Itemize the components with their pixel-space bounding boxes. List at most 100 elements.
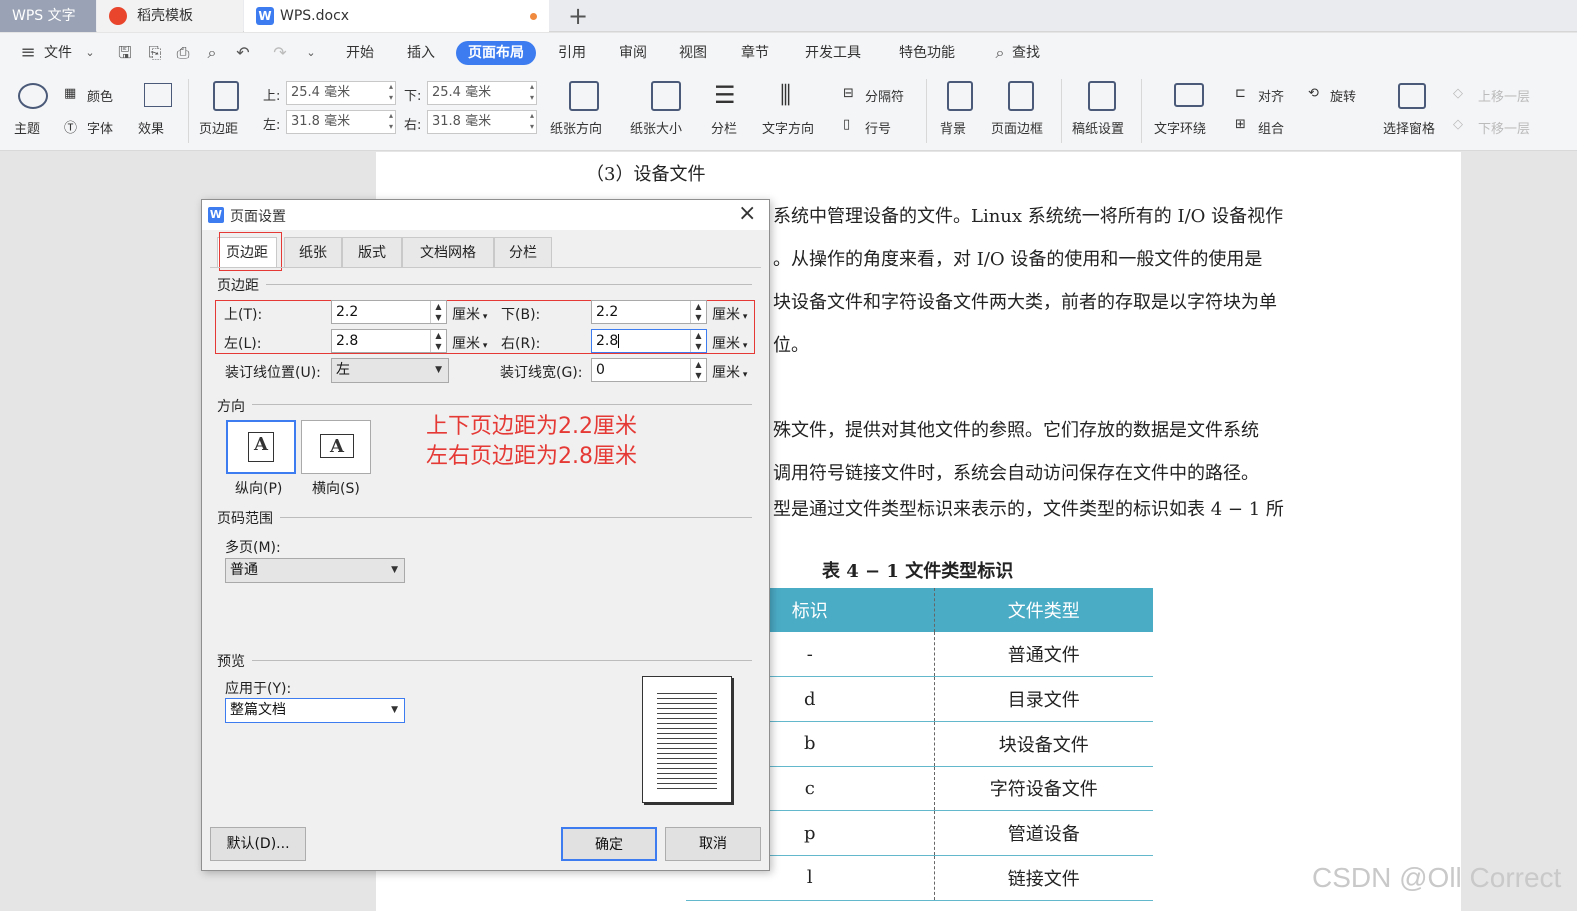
left-margin-label: 左:	[263, 118, 281, 133]
portrait-button[interactable]: A	[226, 420, 296, 474]
chevron-down-icon[interactable]: ⌄	[80, 43, 100, 63]
tab-document[interactable]: W WPS.docx	[244, 0, 549, 32]
bottom-margin-unit[interactable]: 厘米 ▾	[712, 304, 747, 324]
spinner-icon[interactable]: ▲ ▼	[690, 359, 706, 381]
menu-page-layout[interactable]: 页面布局	[456, 41, 536, 65]
new-tab-button[interactable]: +	[568, 2, 588, 30]
margins-button[interactable]: 页边距	[199, 118, 238, 137]
menu-search[interactable]: 查找	[1012, 41, 1040, 65]
breaks-button[interactable]: 分隔符	[865, 86, 904, 105]
paper-size-button[interactable]: 纸张大小	[630, 118, 682, 137]
bottom-margin-value: 2.2	[596, 304, 619, 320]
background-icon[interactable]	[947, 81, 973, 111]
landscape-button[interactable]: A	[301, 420, 371, 474]
background-button[interactable]: 背景	[940, 118, 966, 137]
search-icon[interactable]: ⌕	[990, 43, 1010, 63]
left-margin-input[interactable]: 31.8 毫米	[286, 110, 396, 134]
top-margin-input[interactable]: 25.4 毫米	[286, 81, 396, 105]
send-backward-icon: ◇	[1453, 117, 1463, 132]
gutter-width-input[interactable]: 0 ▲ ▼	[591, 358, 707, 382]
selection-pane-icon[interactable]	[1398, 83, 1426, 109]
multiple-pages-select[interactable]: 普通 ▼	[225, 558, 405, 583]
menu-insert[interactable]: 插入	[407, 41, 435, 65]
bring-forward-button[interactable]: 上移一层	[1478, 86, 1530, 105]
tab-wps-writer[interactable]: WPS 文字	[0, 0, 96, 32]
hamburger-icon[interactable]: ≡	[18, 43, 38, 63]
export-pdf-icon[interactable]: ⎘	[145, 43, 165, 63]
tab-doc-label: WPS.docx	[280, 8, 350, 24]
right-margin-input[interactable]: 2.8 ▲ ▼	[591, 329, 707, 353]
columns-button[interactable]: 分栏	[711, 118, 737, 137]
menu-view[interactable]: 视图	[679, 41, 707, 65]
print-preview-icon[interactable]: ⌕	[202, 43, 222, 63]
print-icon[interactable]: ⎙	[173, 43, 193, 63]
spinner-icon[interactable]: ▲ ▼	[430, 301, 446, 323]
apply-to-select[interactable]: 整篇文档 ▼	[225, 698, 405, 723]
page-border-button[interactable]: 页面边框	[991, 118, 1043, 137]
right-margin-unit[interactable]: 厘米 ▾	[712, 333, 747, 353]
text-direction-button[interactable]: 文字方向	[762, 118, 814, 137]
menu-features[interactable]: 特色功能	[899, 41, 955, 65]
theme-palette-icon[interactable]	[18, 83, 48, 109]
tab-columns[interactable]: 分栏	[494, 237, 552, 267]
theme-button[interactable]: 主题	[14, 118, 40, 137]
menu-references[interactable]: 引用	[558, 41, 586, 65]
bottom-margin-input[interactable]: 25.4 毫米	[427, 81, 537, 105]
cancel-button[interactable]: 取消	[665, 827, 761, 861]
margins-icon[interactable]	[213, 81, 239, 111]
text-direction-icon[interactable]: ⫼	[780, 81, 791, 109]
close-icon[interactable]: ×	[738, 201, 756, 226]
spinner-icon[interactable]: ▲ ▼	[690, 330, 706, 352]
top-margin-input[interactable]: 2.2 ▲ ▼	[331, 300, 447, 324]
text-wrap-icon[interactable]	[1174, 83, 1204, 107]
redo-icon[interactable]: ↷	[270, 43, 290, 63]
menu-file[interactable]: 文件	[44, 41, 72, 65]
selection-pane-button[interactable]: 选择窗格	[1383, 118, 1435, 137]
menu-section[interactable]: 章节	[741, 41, 769, 65]
text-wrap-button[interactable]: 文字环绕	[1154, 118, 1206, 137]
font-button[interactable]: 字体	[87, 118, 113, 137]
menu-home[interactable]: 开始	[346, 41, 374, 65]
group-button[interactable]: 组合	[1258, 118, 1284, 137]
font-icon: Ⓣ	[64, 121, 78, 136]
spinner-icon[interactable]: ▲ ▼	[430, 330, 446, 352]
align-button[interactable]: 对齐	[1258, 86, 1284, 105]
send-backward-button[interactable]: 下移一层	[1478, 118, 1530, 137]
manuscript-icon[interactable]	[1088, 81, 1116, 111]
line-numbers-button[interactable]: 行号	[865, 118, 891, 137]
menu-developer[interactable]: 开发工具	[805, 41, 861, 65]
save-icon[interactable]: 🖫	[115, 43, 135, 63]
multiple-pages-value: 普通	[230, 562, 258, 578]
gutter-position-select[interactable]: 左 ▼	[331, 358, 449, 383]
dialog-titlebar[interactable]: W 页面设置 ×	[202, 200, 769, 230]
menu-review[interactable]: 审阅	[619, 41, 647, 65]
orientation-icon[interactable]	[569, 81, 599, 111]
right-margin-input[interactable]: 31.8 毫米	[427, 110, 537, 134]
gutter-width-unit[interactable]: 厘米 ▾	[712, 362, 747, 382]
left-margin-input[interactable]: 2.8 ▲ ▼	[331, 329, 447, 353]
tab-layout[interactable]: 版式	[342, 237, 402, 267]
page-border-icon[interactable]	[1008, 81, 1034, 111]
table-header-cell: 文件类型	[933, 588, 1153, 632]
quick-access-more-icon[interactable]: ⌄	[301, 43, 321, 63]
ok-button[interactable]: 确定	[561, 827, 657, 861]
paper-size-icon[interactable]	[651, 81, 681, 111]
tab-daoke-template[interactable]: 稻壳模板	[97, 0, 243, 32]
effect-icon[interactable]	[144, 83, 172, 107]
columns-icon[interactable]: ☰	[714, 81, 736, 109]
color-button[interactable]: 颜色	[87, 86, 113, 105]
menu-bar: ≡ 文件 ⌄ 🖫 ⎘ ⎙ ⌕ ↶ ↷ ⌄ 开始 插入 页面布局 引用 审阅 视图…	[0, 33, 1577, 73]
top-margin-unit[interactable]: 厘米 ▾	[452, 304, 487, 324]
manuscript-button[interactable]: 稿纸设置	[1072, 118, 1124, 137]
effect-button[interactable]: 效果	[138, 118, 164, 137]
tab-document-grid[interactable]: 文档网格	[402, 237, 494, 267]
portrait-label: 纵向(P)	[235, 481, 283, 497]
bottom-margin-input[interactable]: 2.2 ▲ ▼	[591, 300, 707, 324]
tab-paper[interactable]: 纸张	[284, 237, 342, 267]
undo-icon[interactable]: ↶	[233, 43, 253, 63]
left-margin-unit[interactable]: 厘米 ▾	[452, 333, 487, 353]
spinner-icon[interactable]: ▲ ▼	[690, 301, 706, 323]
default-button[interactable]: 默认(D)...	[210, 827, 306, 861]
orientation-button[interactable]: 纸张方向	[550, 118, 602, 137]
rotate-button[interactable]: 旋转	[1330, 86, 1356, 105]
